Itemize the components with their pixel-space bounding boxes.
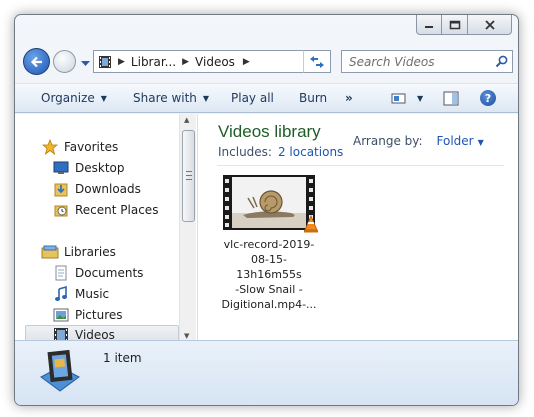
chevron-down-icon[interactable]: ▼ bbox=[478, 138, 484, 147]
desktop-icon bbox=[52, 160, 70, 176]
file-name: vlc-record-2019- 08-15-13h16m55s -Slow S… bbox=[219, 237, 319, 312]
file-name-line: -Slow Snail - bbox=[235, 283, 303, 296]
recent-pages-dropdown[interactable] bbox=[81, 56, 90, 70]
scroll-up-icon[interactable]: ▲ bbox=[184, 116, 189, 124]
breadcrumb-arrow-icon[interactable]: ▶ bbox=[243, 57, 250, 67]
forward-button[interactable] bbox=[53, 50, 76, 73]
nav-item-label: Documents bbox=[75, 266, 144, 280]
music-note-icon bbox=[52, 286, 70, 302]
preview-pane-button[interactable] bbox=[443, 91, 459, 106]
nav-item-recent-places[interactable]: Recent Places bbox=[52, 200, 158, 220]
navigation-pane: Favorites Desktop Downloads Recent Place… bbox=[15, 114, 197, 345]
nav-item-music[interactable]: Music bbox=[52, 284, 109, 304]
command-bar: Organize ▼ Share with ▼ Play all Burn » … bbox=[15, 83, 518, 113]
maximize-icon bbox=[449, 20, 460, 29]
video-thumbnail bbox=[223, 175, 318, 233]
preview-pane-icon bbox=[443, 91, 459, 105]
divider bbox=[217, 165, 504, 166]
change-view-button[interactable]: ▼ bbox=[391, 92, 423, 105]
chevron-down-icon: ▼ bbox=[100, 93, 107, 103]
minimize-button[interactable] bbox=[416, 15, 442, 35]
organize-button[interactable]: Organize ▼ bbox=[41, 91, 107, 105]
file-item[interactable]: vlc-record-2019- 08-15-13h16m55s -Slow S… bbox=[219, 175, 319, 312]
nav-item-label: Desktop bbox=[75, 161, 125, 175]
share-with-label: Share with bbox=[133, 91, 197, 105]
documents-icon bbox=[52, 265, 70, 281]
scroll-down-icon[interactable]: ▼ bbox=[184, 332, 189, 340]
breadcrumb-arrow-icon[interactable]: ▶ bbox=[118, 57, 125, 67]
breadcrumb-arrow-icon[interactable]: ▶ bbox=[182, 57, 189, 67]
nav-item-desktop[interactable]: Desktop bbox=[52, 158, 125, 178]
refresh-icon bbox=[310, 55, 324, 68]
nav-item-label: Downloads bbox=[75, 182, 141, 196]
film-folder-icon bbox=[94, 55, 116, 69]
includes-line: Includes: 2 locations bbox=[218, 145, 343, 159]
search-icon[interactable] bbox=[490, 55, 512, 68]
search-input[interactable]: Search Videos bbox=[342, 55, 490, 69]
minimize-icon bbox=[425, 25, 433, 28]
view-options-icon bbox=[391, 93, 406, 103]
organize-label: Organize bbox=[41, 91, 95, 105]
item-count: 1 item bbox=[103, 351, 142, 365]
locations-link[interactable]: 2 locations bbox=[278, 145, 343, 159]
address-row: ▶ Librar... ▶ Videos ▶ Search Videos bbox=[23, 48, 513, 76]
breadcrumb-videos[interactable]: Videos bbox=[195, 55, 235, 69]
videos-library-icon bbox=[37, 347, 83, 398]
nav-item-pictures[interactable]: Pictures bbox=[52, 305, 123, 325]
pictures-icon bbox=[52, 307, 70, 323]
star-icon bbox=[41, 139, 59, 155]
nav-favorites-label: Favorites bbox=[64, 140, 119, 154]
nav-item-documents[interactable]: Documents bbox=[52, 263, 143, 283]
help-button[interactable]: ? bbox=[480, 90, 496, 106]
refresh-button[interactable] bbox=[303, 50, 331, 73]
back-arrow-icon bbox=[30, 56, 42, 67]
arrange-by: Arrange by: Folder ▼ bbox=[353, 134, 484, 148]
search-box[interactable]: Search Videos bbox=[341, 50, 513, 73]
nav-scrollbar[interactable]: ▲ ▼ bbox=[179, 114, 196, 342]
recent-places-icon bbox=[52, 202, 70, 218]
maximize-button[interactable] bbox=[442, 15, 468, 35]
nav-libraries-label: Libraries bbox=[64, 245, 116, 259]
more-commands-button[interactable]: » bbox=[345, 91, 353, 105]
caption-buttons bbox=[416, 15, 512, 35]
nav-item-downloads[interactable]: Downloads bbox=[52, 179, 141, 199]
back-button[interactable] bbox=[23, 48, 50, 75]
nav-item-label: Recent Places bbox=[75, 203, 159, 217]
downloads-folder-icon bbox=[52, 181, 70, 197]
breadcrumb-libraries[interactable]: Librar... bbox=[131, 55, 176, 69]
content-pane: Videos library Includes: 2 locations Arra… bbox=[201, 114, 518, 342]
libraries-icon bbox=[41, 244, 59, 260]
chevron-down-icon[interactable]: ▼ bbox=[417, 94, 423, 103]
chevron-down-icon: ▼ bbox=[202, 93, 210, 103]
nav-item-label: Pictures bbox=[75, 308, 123, 322]
explorer-window: ▶ Librar... ▶ Videos ▶ Search Videos Org… bbox=[14, 14, 519, 406]
file-name-line: Digitional.mp4-... bbox=[221, 298, 317, 311]
close-icon bbox=[484, 19, 495, 30]
nav-item-label: Music bbox=[75, 287, 110, 301]
page-title: Videos library bbox=[218, 122, 321, 141]
arrange-by-dropdown[interactable]: Folder bbox=[437, 134, 474, 148]
details-pane: 1 item bbox=[15, 340, 518, 405]
chevron-down-icon bbox=[81, 61, 90, 66]
close-button[interactable] bbox=[468, 15, 512, 35]
nav-libraries[interactable]: Libraries bbox=[41, 242, 116, 262]
burn-button[interactable]: Burn bbox=[299, 91, 327, 105]
address-bar[interactable]: ▶ Librar... ▶ Videos ▶ bbox=[93, 50, 331, 73]
vlc-cone-icon bbox=[304, 215, 318, 233]
scroll-thumb[interactable] bbox=[182, 130, 195, 222]
play-all-button[interactable]: Play all bbox=[231, 91, 274, 105]
file-name-line: 08-15-13h16m55s bbox=[236, 253, 302, 281]
includes-label: Includes: bbox=[218, 145, 272, 159]
arrange-by-label: Arrange by: bbox=[353, 134, 423, 148]
share-with-button[interactable]: Share with ▼ bbox=[133, 91, 209, 105]
file-name-line: vlc-record-2019- bbox=[223, 238, 315, 251]
grip-icon bbox=[186, 171, 192, 180]
nav-favorites[interactable]: Favorites bbox=[41, 137, 118, 157]
